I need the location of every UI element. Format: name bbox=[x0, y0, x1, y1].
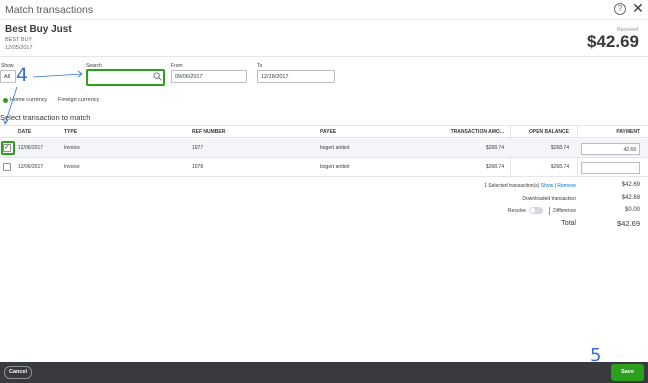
row-ref: 1078 bbox=[192, 164, 204, 170]
search-icon[interactable] bbox=[153, 72, 162, 81]
payment-input[interactable] bbox=[581, 162, 640, 174]
difference-label: Difference bbox=[553, 208, 576, 214]
row-amount: $268.74 bbox=[485, 145, 504, 151]
col-payment[interactable]: PAYMENT bbox=[580, 129, 640, 135]
remove-link[interactable]: Remove bbox=[557, 183, 576, 189]
home-currency-radio[interactable] bbox=[3, 98, 8, 103]
title-bar: Match transactions bbox=[0, 0, 648, 20]
col-open-balance[interactable]: OPEN BALANCE bbox=[512, 129, 569, 135]
row-checkbox[interactable]: ✓ bbox=[3, 144, 11, 152]
difference-value: $0.00 bbox=[624, 207, 640, 213]
transaction-date: 12/05/2017 bbox=[5, 45, 33, 51]
selected-summary: 1 Selected transaction(s) Show | Remove bbox=[440, 183, 576, 189]
row-type: Invoice bbox=[64, 164, 80, 170]
total-value: $42.69 bbox=[617, 219, 640, 228]
col-payee[interactable]: PAYEE bbox=[320, 129, 336, 135]
row-date: 12/06/2017 bbox=[18, 164, 44, 170]
table-row[interactable]: 12/06/2017 Invoice 1078 bogert ambot $26… bbox=[0, 158, 648, 177]
vendor-name: Best Buy Just bbox=[5, 24, 72, 35]
col-ref-number[interactable]: REF NUMBER bbox=[192, 129, 225, 135]
row-date: 12/06/2017 bbox=[18, 145, 44, 151]
selected-value: $42.69 bbox=[621, 182, 640, 188]
dialog-title: Match transactions bbox=[5, 4, 94, 16]
received-amount: $42.69 bbox=[587, 32, 639, 51]
row-payee: bogert ambot bbox=[320, 145, 350, 151]
header-divider bbox=[0, 56, 648, 57]
cancel-button[interactable]: Cancel bbox=[4, 366, 32, 379]
payment-input[interactable]: 42.69 bbox=[581, 143, 640, 155]
home-currency-label[interactable]: Home currency bbox=[10, 97, 47, 103]
col-transaction-amount[interactable]: TRANSACTION AMO... bbox=[446, 129, 504, 135]
row-balance: $268.74 bbox=[550, 145, 569, 151]
col-type[interactable]: TYPE bbox=[64, 129, 77, 135]
row-payee: bogert ambot bbox=[320, 164, 350, 170]
col-date[interactable]: DATE bbox=[18, 129, 31, 135]
from-label: From bbox=[171, 63, 183, 69]
downloaded-value: $42.69 bbox=[621, 195, 640, 201]
close-icon[interactable]: ✕ bbox=[631, 1, 645, 15]
link-separator: | bbox=[554, 183, 556, 189]
row-type: Invoice bbox=[64, 145, 80, 151]
row-checkbox[interactable] bbox=[3, 163, 11, 171]
table-row[interactable]: ✓ 12/06/2017 Invoice 1077 bogert ambot $… bbox=[0, 139, 648, 158]
row-amount: $268.74 bbox=[485, 164, 504, 170]
show-link[interactable]: Show bbox=[541, 183, 554, 189]
downloaded-label: Downloaded transaction bbox=[522, 196, 576, 202]
row-balance: $268.74 bbox=[550, 164, 569, 170]
resolve-label: Resolve bbox=[507, 208, 526, 214]
to-date-input[interactable]: 12/18/2017 bbox=[257, 70, 335, 83]
help-icon[interactable]: ? bbox=[614, 3, 626, 15]
annotation-step-5: 5 bbox=[590, 345, 602, 366]
save-button[interactable]: Save bbox=[611, 364, 644, 381]
from-date-input[interactable]: 09/06/2017 bbox=[171, 70, 247, 83]
total-label: Total bbox=[561, 220, 576, 227]
selected-count-text: 1 Selected transaction(s) bbox=[484, 183, 540, 189]
vendor-subtitle: BEST BUY bbox=[5, 37, 33, 43]
footer-bar bbox=[0, 362, 648, 383]
to-label: To bbox=[257, 63, 263, 69]
table-header: DATE TYPE REF NUMBER PAYEE TRANSACTION A… bbox=[0, 125, 648, 138]
row-ref: 1077 bbox=[192, 145, 204, 151]
section-title: Select transaction to match bbox=[0, 113, 91, 122]
foreign-currency-label[interactable]: Foreign currency bbox=[58, 97, 99, 103]
match-transactions-dialog: Match transactions ? ✕ Best Buy Just BES… bbox=[0, 0, 648, 383]
